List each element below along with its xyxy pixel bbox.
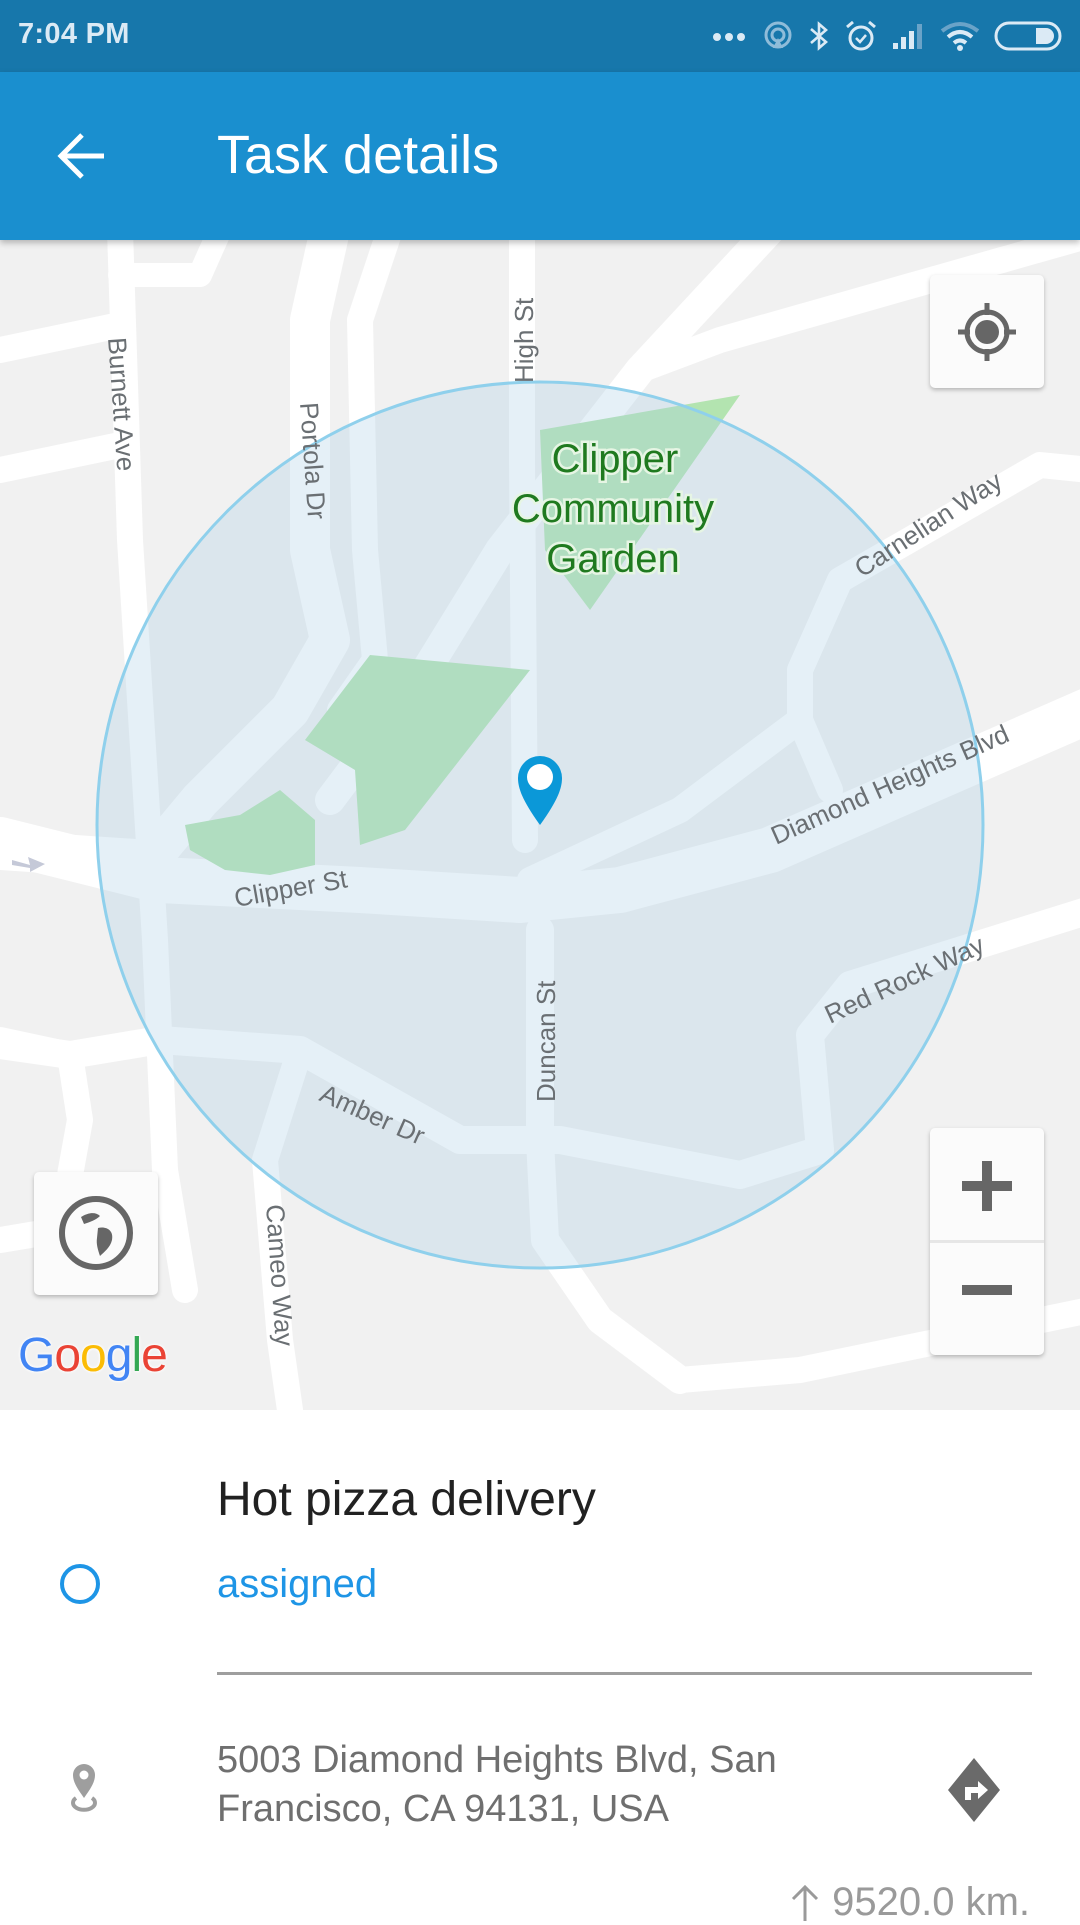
task-status: assigned xyxy=(217,1562,378,1606)
road-left-top-2 xyxy=(0,432,133,483)
zoom-out-button[interactable] xyxy=(930,1242,1044,1354)
label-duncan: Duncan St xyxy=(531,980,561,1102)
divider xyxy=(217,1672,1032,1675)
google-logo-letter: g xyxy=(105,1329,133,1382)
hotspot-icon xyxy=(764,21,792,49)
label-carnelian: Carnelian Way xyxy=(849,466,1008,584)
my-location-button[interactable] xyxy=(930,275,1044,388)
google-logo-letter: l xyxy=(131,1329,142,1382)
park-label-line-2: Community xyxy=(512,487,714,531)
battery-icon xyxy=(994,21,1062,51)
status-icons xyxy=(712,18,1062,54)
distance-readout: 9520.0 km. xyxy=(790,1880,1030,1925)
park-label-line-1: Clipper xyxy=(552,437,679,481)
address-line-1: 5003 Diamond Heights Blvd, San xyxy=(217,1739,777,1781)
location-pin-icon xyxy=(71,1764,97,1812)
status-bar: 7:04 PM xyxy=(0,0,1080,72)
status-time: 7:04 PM xyxy=(18,18,130,50)
google-logo-letter: G xyxy=(18,1329,55,1382)
google-logo: Google xyxy=(18,1328,168,1383)
road-burnett-top xyxy=(108,240,229,287)
google-logo-letter: e xyxy=(141,1329,168,1382)
map-canvas[interactable]: Burnett Ave Portola Dr High St Carnelian… xyxy=(0,240,1080,1410)
road-left-mid xyxy=(0,1027,83,1068)
globe-icon xyxy=(59,1196,133,1270)
bluetooth-icon xyxy=(810,21,828,51)
arrow-back-icon xyxy=(57,133,104,179)
app-bar: Task details xyxy=(0,72,1080,240)
map-view[interactable]: Burnett Ave Portola Dr High St Carnelian… xyxy=(0,240,1080,1410)
alarm-icon xyxy=(846,20,876,51)
back-button[interactable] xyxy=(52,124,116,188)
signal-icon xyxy=(893,24,922,49)
google-logo-letter: o xyxy=(54,1329,81,1382)
directions-icon xyxy=(948,1758,1000,1822)
wifi-icon xyxy=(940,22,980,51)
park-label-line-3: Garden xyxy=(546,537,679,581)
my-location-icon xyxy=(958,303,1016,361)
zoom-controls xyxy=(930,1128,1044,1355)
distance-value: 9520.0 km. xyxy=(832,1880,1030,1924)
google-logo-letter: o xyxy=(80,1329,107,1382)
plus-icon xyxy=(962,1161,1012,1211)
task-address: 5003 Diamond Heights Blvd, San Francisco… xyxy=(217,1736,857,1834)
minus-icon xyxy=(962,1285,1012,1295)
page-title: Task details xyxy=(217,125,500,185)
arrow-up-icon xyxy=(792,1884,819,1921)
label-high: High St xyxy=(509,297,539,383)
task-title: Hot pizza delivery xyxy=(217,1473,596,1526)
map-type-button[interactable] xyxy=(34,1172,158,1295)
directions-button[interactable] xyxy=(938,1754,1010,1826)
task-details-panel: Hot pizza delivery assigned 5003 Diamond… xyxy=(0,1410,1080,1924)
more-notifications-icon xyxy=(713,33,745,41)
status-toggle[interactable] xyxy=(60,1564,100,1604)
zoom-in-button[interactable] xyxy=(930,1128,1044,1240)
address-line-2: Francisco, CA 94131, USA xyxy=(217,1788,669,1830)
